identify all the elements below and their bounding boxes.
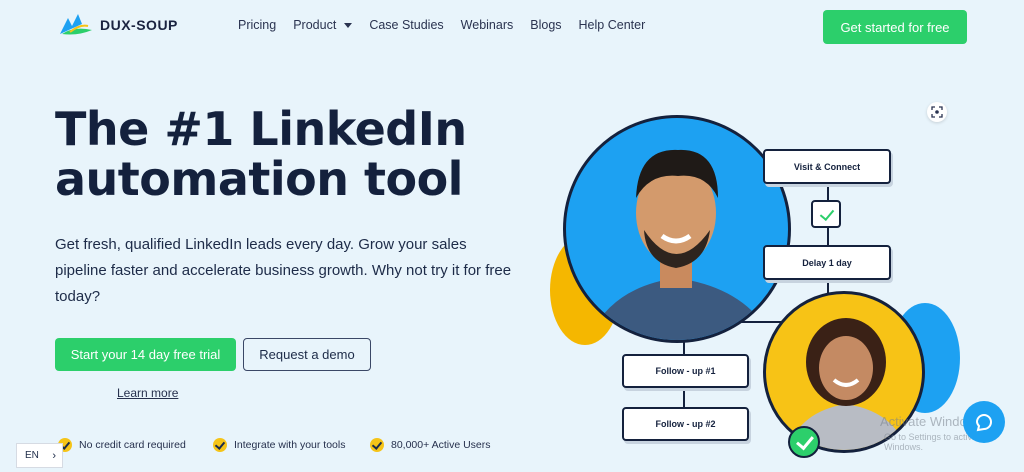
- feature-item: No credit card required: [58, 438, 213, 452]
- request-demo-button[interactable]: Request a demo: [243, 338, 371, 371]
- chevron-right-icon: ›: [52, 449, 56, 462]
- chat-icon: [975, 414, 992, 432]
- nav-label: Webinars: [460, 18, 514, 32]
- feature-list: No credit card required Integrate with y…: [58, 438, 491, 452]
- feature-label: Integrate with your tools: [234, 439, 346, 451]
- workflow-step-follow-up-2: Follow - up #2: [622, 407, 749, 441]
- person-avatar-icon: [787, 318, 907, 450]
- dux-soup-logo-icon: [60, 14, 92, 35]
- nav-pricing[interactable]: Pricing: [238, 18, 276, 32]
- brand-name: DUX-SOUP: [100, 17, 178, 33]
- windows-watermark-sub: Go to Settings to activate Windows.: [884, 432, 985, 452]
- nav-webinars[interactable]: Webinars: [461, 18, 514, 32]
- main-nav: Pricing Product Case Studies Webinars Bl…: [238, 18, 662, 32]
- workflow-step-visit-connect: Visit & Connect: [763, 149, 891, 184]
- headline-line-2: automation tool: [55, 152, 463, 206]
- feature-item: 80,000+ Active Users: [370, 438, 491, 452]
- language-selector[interactable]: EN ›: [16, 443, 63, 468]
- person-avatar-icon: [588, 149, 774, 340]
- workflow-step-follow-up-1: Follow - up #1: [622, 354, 749, 388]
- site-header: DUX-SOUP Pricing Product Case Studies We…: [0, 0, 1024, 54]
- get-started-button[interactable]: Get started for free: [823, 10, 967, 44]
- step-check-icon: [811, 200, 841, 228]
- hero-subtitle: Get fresh, qualified LinkedIn leads ever…: [55, 236, 512, 305]
- check-icon: [213, 438, 227, 452]
- nav-label: Product: [293, 18, 337, 32]
- chevron-down-icon: [344, 22, 353, 28]
- nav-label: Blogs: [530, 18, 562, 32]
- workflow-step-delay: Delay 1 day: [763, 245, 891, 280]
- nav-help-center[interactable]: Help Center: [579, 18, 646, 32]
- man-photo: [563, 115, 791, 343]
- check-icon: [370, 438, 384, 452]
- nav-label: Pricing: [238, 18, 277, 32]
- feature-label: 80,000+ Active Users: [391, 439, 491, 451]
- free-trial-button[interactable]: Start your 14 day free trial: [55, 338, 236, 371]
- feature-item: Integrate with your tools: [213, 438, 370, 452]
- brand-logo[interactable]: DUX-SOUP: [58, 12, 178, 38]
- nav-product[interactable]: Product: [293, 18, 353, 32]
- hero-headline: The #1 LinkedIn automation tool: [55, 104, 535, 204]
- learn-more-link[interactable]: Learn more: [117, 386, 178, 400]
- chat-widget-button[interactable]: [963, 401, 1005, 443]
- nav-case-studies[interactable]: Case Studies: [369, 18, 443, 32]
- success-check-icon: [788, 426, 820, 458]
- nav-label: Help Center: [578, 18, 646, 32]
- language-label: EN: [25, 450, 39, 461]
- nav-label: Case Studies: [369, 18, 444, 32]
- headline-line-1: The #1 LinkedIn: [55, 102, 467, 156]
- nav-blogs[interactable]: Blogs: [530, 18, 561, 32]
- feature-label: No credit card required: [79, 439, 186, 451]
